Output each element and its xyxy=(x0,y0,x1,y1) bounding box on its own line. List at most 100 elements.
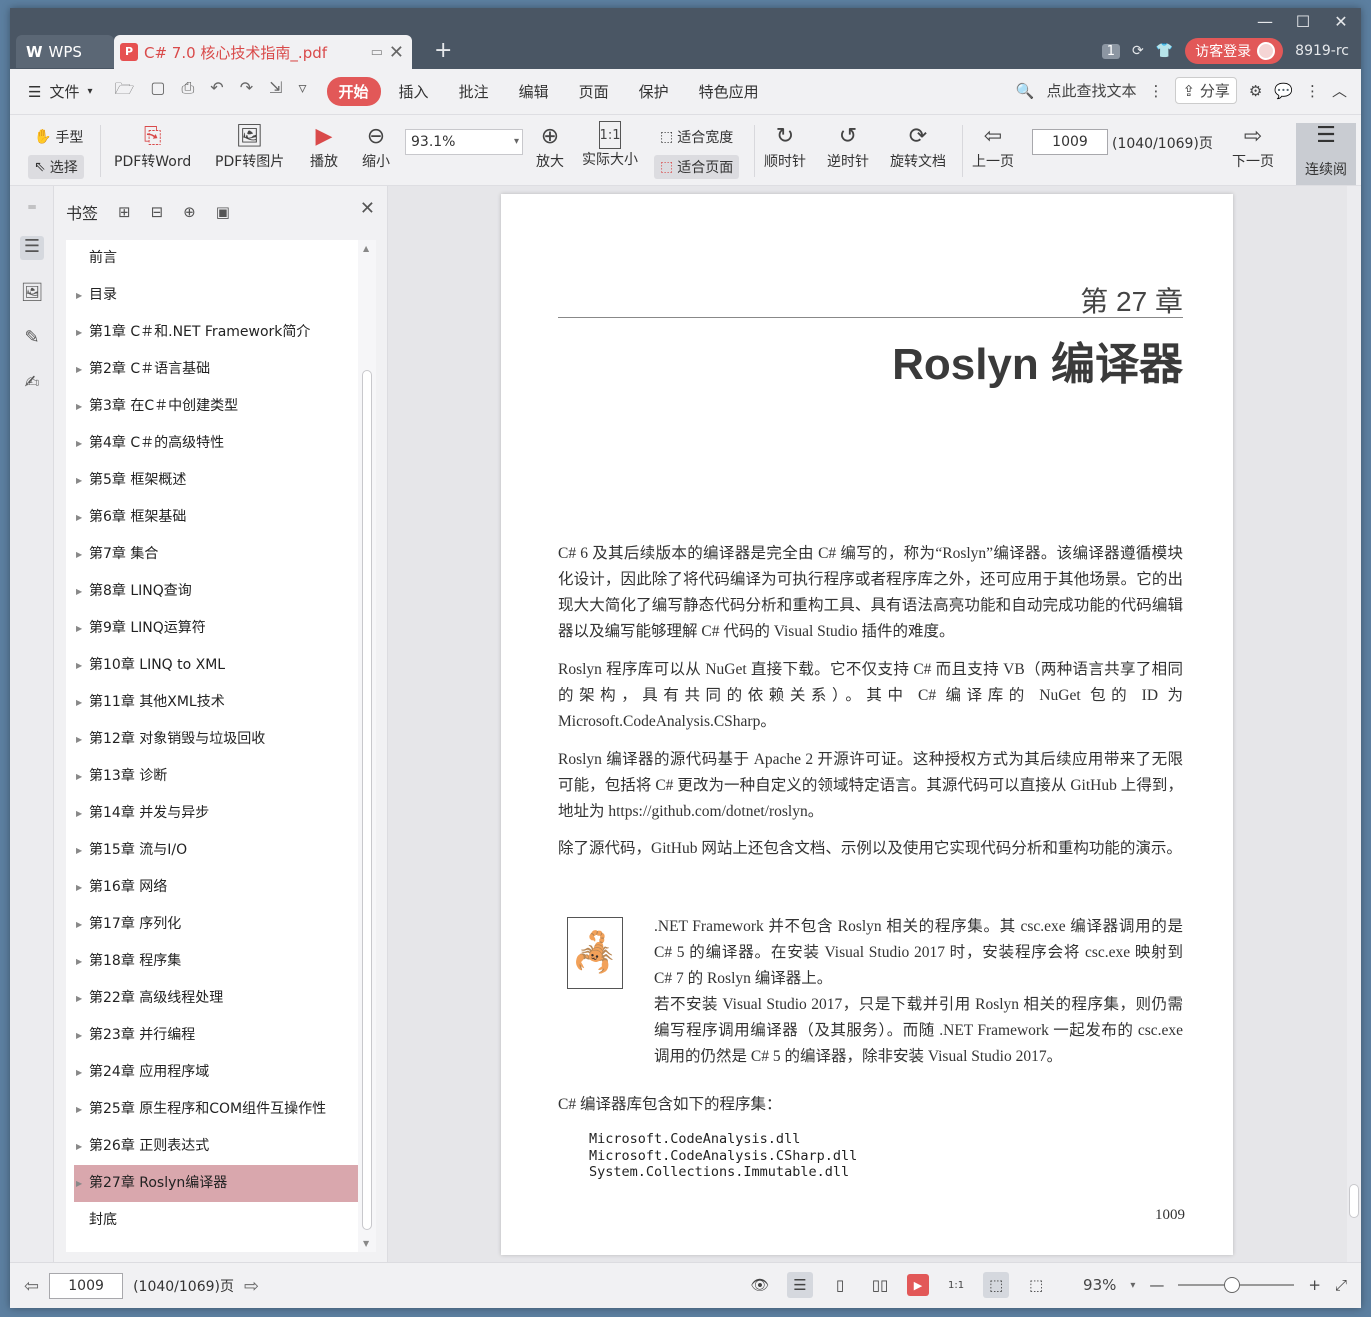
print-icon[interactable]: ⎙ xyxy=(181,78,194,105)
hand-tool-button[interactable]: ✋ 手型 xyxy=(28,125,89,149)
collapse-all-icon[interactable]: ⊟ xyxy=(151,203,164,221)
expand-arrow-icon[interactable]: ▶ xyxy=(76,1091,82,1128)
expand-arrow-icon[interactable]: ▶ xyxy=(76,832,82,869)
bookmark-item[interactable]: ▶ 第3章 在C＃中创建类型 xyxy=(66,388,358,425)
rotate-document-button[interactable]: ⟳ 旋转文档 xyxy=(890,121,946,171)
close-icon[interactable]: ✕ xyxy=(360,198,375,219)
expand-arrow-icon[interactable]: ▶ xyxy=(76,388,82,425)
expand-arrow-icon[interactable]: ▶ xyxy=(76,869,82,906)
expand-arrow-icon[interactable]: ▶ xyxy=(76,425,82,462)
bookmark-item[interactable]: ▶ 第7章 集合 xyxy=(66,536,358,573)
expand-arrow-icon[interactable]: ▶ xyxy=(76,499,82,536)
bookmark-scroll-thumb[interactable] xyxy=(362,370,372,1230)
status-fit-width-icon[interactable]: ⬚ xyxy=(1023,1272,1049,1298)
tab-start[interactable]: 开始 xyxy=(326,77,381,106)
expand-all-icon[interactable]: ⊞ xyxy=(118,203,131,221)
tab-special[interactable]: 特色应用 xyxy=(687,77,771,106)
bookmark-item[interactable]: ▶ 第16章 网络 xyxy=(66,869,358,906)
bookmark-item[interactable]: ▶ 第17章 序列化 xyxy=(66,906,358,943)
document-scroll-thumb[interactable] xyxy=(1349,1184,1359,1218)
zoom-slider[interactable] xyxy=(1178,1277,1295,1293)
bookmark-item[interactable]: ▶ 第25章 原生程序和COM组件互操作性 xyxy=(66,1091,358,1128)
expand-arrow-icon[interactable]: ▶ xyxy=(76,1128,82,1165)
bookmark-item[interactable]: ▶ 第11章 其他XML技术 xyxy=(66,684,358,721)
bookmark-item[interactable]: ▶ 第8章 LINQ查询 xyxy=(66,573,358,610)
bookmark-item[interactable]: ▶ 第23章 并行编程 xyxy=(66,1017,358,1054)
bookmark-scrollbar[interactable]: ▲ ▼ xyxy=(358,240,376,1252)
two-page-icon[interactable]: ▯▯ xyxy=(867,1272,893,1298)
zoom-select[interactable]: 93.1% xyxy=(405,129,523,155)
bookmark-item[interactable]: ▶ 第6章 框架基础 xyxy=(66,499,358,536)
expand-arrow-icon[interactable]: ▶ xyxy=(76,1017,82,1054)
bookmark-item[interactable]: ▶ 第13章 诊断 xyxy=(66,758,358,795)
expand-arrow-icon[interactable]: ▶ xyxy=(76,462,82,499)
tab-insert[interactable]: 插入 xyxy=(387,77,441,106)
bookmark-item[interactable]: ▶ 第1章 C＃和.NET Framework简介 xyxy=(66,314,358,351)
status-next-icon[interactable]: ⇨ xyxy=(244,1276,259,1297)
tab-page[interactable]: 页面 xyxy=(567,77,621,106)
bookmark-item[interactable]: ▶ 第14章 并发与异步 xyxy=(66,795,358,832)
open-icon[interactable]: 🗁 xyxy=(115,78,135,105)
share-button[interactable]: ⇪ 分享 xyxy=(1175,77,1237,104)
fit-width-button[interactable]: ⬚ 适合宽度 xyxy=(654,125,739,149)
more-vertical-icon[interactable]: ⋮ xyxy=(1148,82,1163,100)
search-icon[interactable]: 🔍 xyxy=(1016,82,1035,100)
bookmark-panel-icon[interactable]: ☰ xyxy=(20,236,44,260)
fit-page-button[interactable]: ⬚ 适合页面 xyxy=(654,155,740,179)
sync-icon[interactable]: ⟳ xyxy=(1132,43,1144,59)
bookmark-item[interactable]: ▶ 第10章 LINQ to XML xyxy=(66,647,358,684)
wps-home-tab[interactable]: W WPS xyxy=(16,35,114,68)
zoom-out-button[interactable]: ⊖ 缩小 xyxy=(360,121,392,171)
zoom-minus-icon[interactable]: — xyxy=(1149,1276,1164,1294)
bookmark-item[interactable]: ▶ 第15章 流与I/O xyxy=(66,832,358,869)
close-window-icon[interactable]: ✕ xyxy=(1329,12,1353,31)
status-prev-icon[interactable]: ⇦ xyxy=(24,1276,39,1297)
bookmark-item[interactable]: ▶ 第18章 程序集 xyxy=(66,943,358,980)
maximize-icon[interactable]: ☐ xyxy=(1291,12,1315,31)
bookmark-options-icon[interactable]: ▣ xyxy=(216,203,230,221)
gear-icon[interactable]: ⚙ xyxy=(1249,82,1262,100)
tab-protect[interactable]: 保护 xyxy=(627,77,681,106)
annotation-panel-icon[interactable]: ✎ xyxy=(20,327,44,351)
single-page-icon[interactable]: ▯ xyxy=(827,1272,853,1298)
document-view[interactable]: 第 27 章 Roslyn 编译器 C# 6 及其后续版本的编译器是完全由 C#… xyxy=(388,186,1361,1262)
tab-edit[interactable]: 编辑 xyxy=(507,77,561,106)
more-chevron-icon[interactable]: ▿ xyxy=(299,78,307,105)
expand-arrow-icon[interactable]: ▶ xyxy=(76,721,82,758)
expand-arrow-icon[interactable]: ▶ xyxy=(76,351,82,388)
zoom-percent[interactable]: 93% xyxy=(1083,1276,1116,1294)
select-tool-button[interactable]: ⇖ 选择 xyxy=(28,155,84,179)
scroll-up-icon[interactable]: ▲ xyxy=(363,244,369,253)
bookmark-item[interactable]: ▶ 第27章 Roslyn编译器 xyxy=(74,1165,358,1202)
skin-icon[interactable]: 👕 xyxy=(1156,43,1173,59)
add-bookmark-icon[interactable]: ⊕ xyxy=(183,203,196,221)
expand-arrow-icon[interactable]: ▶ xyxy=(76,1054,82,1091)
zoom-plus-icon[interactable]: + xyxy=(1308,1276,1321,1294)
tab-annotate[interactable]: 批注 xyxy=(447,77,501,106)
page-number-input[interactable]: 1009 xyxy=(1032,129,1108,155)
status-page-input[interactable]: 1009 xyxy=(49,1273,124,1299)
pdf-to-image-button[interactable]: 🖼 PDF转图片 xyxy=(215,121,284,171)
signature-panel-icon[interactable]: ✍ xyxy=(20,372,44,396)
close-tab-icon[interactable]: ✕ xyxy=(389,42,404,63)
expand-arrow-icon[interactable]: ▶ xyxy=(76,684,82,721)
bookmark-item[interactable]: ▶ 目录 xyxy=(66,277,358,314)
status-actual-size-icon[interactable]: 1:1 xyxy=(943,1272,969,1298)
screen-icon[interactable]: ▭ xyxy=(371,45,383,60)
expand-arrow-icon[interactable]: ▶ xyxy=(76,314,82,351)
bookmark-item[interactable]: ▶ 第12章 对象销毁与垃圾回收 xyxy=(66,721,358,758)
bookmark-item[interactable]: ▶ 第26章 正则表达式 xyxy=(66,1128,358,1165)
expand-arrow-icon[interactable]: ▶ xyxy=(76,980,82,1017)
expand-arrow-icon[interactable]: ▶ xyxy=(76,795,82,832)
redo-icon[interactable]: ↷ xyxy=(240,78,253,105)
bookmark-item[interactable]: ▶ 第4章 C＃的高级特性 xyxy=(66,425,358,462)
fullscreen-icon[interactable]: ⤢ xyxy=(1335,1276,1347,1294)
guest-login-button[interactable]: 访客登录 xyxy=(1185,38,1284,64)
window-count-badge[interactable]: 1 xyxy=(1101,43,1120,59)
bookmark-item[interactable]: ▶ 第9章 LINQ运算符 xyxy=(66,610,358,647)
expand-arrow-icon[interactable]: ▶ xyxy=(76,758,82,795)
play-button[interactable]: ▶ 播放 xyxy=(308,121,340,171)
prev-page-button[interactable]: ⇦ 上一页 xyxy=(972,121,1014,171)
expand-arrow-icon[interactable]: ▶ xyxy=(76,536,82,573)
expand-arrow-icon[interactable]: ▶ xyxy=(76,647,82,684)
